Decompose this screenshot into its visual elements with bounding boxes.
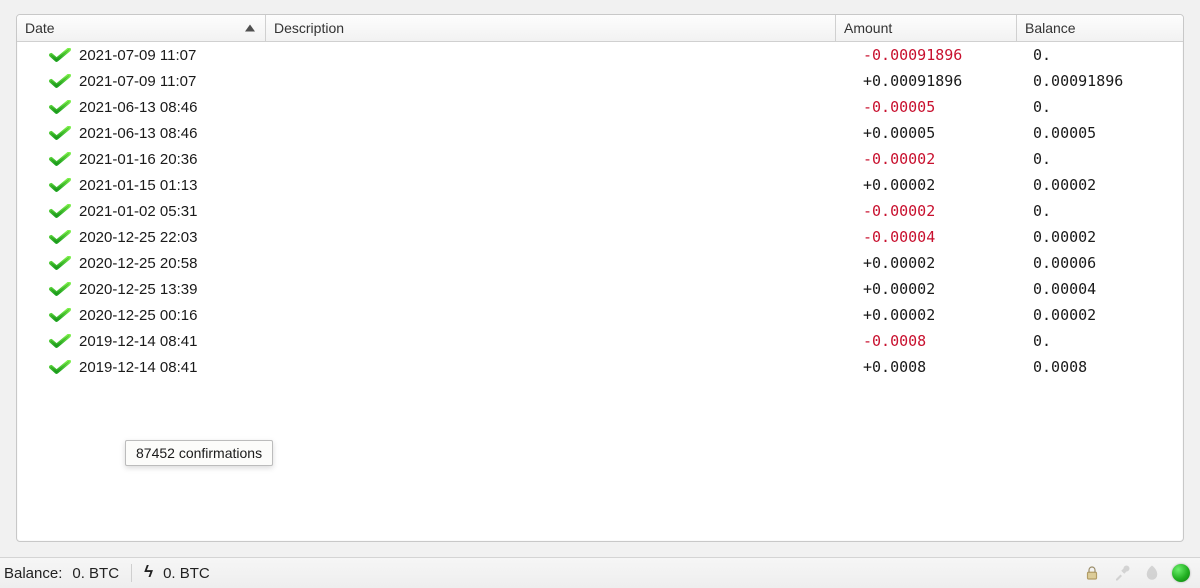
- column-header-amount[interactable]: Amount: [836, 15, 1017, 41]
- cell-amount: -0.00002: [863, 150, 1027, 168]
- cell-amount: -0.00004: [863, 228, 1027, 246]
- cell-amount: +0.00005: [863, 124, 1027, 142]
- table-row[interactable]: 2020-12-25 20:58 +0.000020.00006: [17, 250, 1183, 276]
- transactions-body[interactable]: 2021-07-09 11:07-0.000918960.2021-07-09 …: [17, 42, 1183, 541]
- confirmed-check-icon: [17, 48, 79, 62]
- cell-date: 2020-12-25 22:03: [79, 229, 257, 246]
- tools-icon[interactable]: [1112, 563, 1132, 583]
- cell-balance: 0.00005: [1027, 124, 1183, 142]
- cell-balance: 0.00002: [1027, 306, 1183, 324]
- cell-date: 2020-12-25 13:39: [79, 281, 257, 298]
- cell-date: 2021-07-09 11:07: [79, 73, 257, 90]
- column-header-description[interactable]: Description: [266, 15, 836, 41]
- cell-amount: -0.0008: [863, 332, 1027, 350]
- confirmed-check-icon: [17, 178, 79, 192]
- cell-balance: 0.: [1027, 332, 1183, 350]
- column-header-amount-label: Amount: [844, 20, 892, 36]
- cell-balance: 0.00002: [1027, 228, 1183, 246]
- confirmations-tooltip-text: 87452 confirmations: [136, 445, 262, 461]
- sort-ascending-icon: [245, 25, 255, 32]
- table-row[interactable]: 2019-12-14 08:41 -0.00080.: [17, 328, 1183, 354]
- cell-amount: -0.00091896: [863, 46, 1027, 64]
- cell-balance: 0.: [1027, 98, 1183, 116]
- status-bar-right: [1082, 563, 1194, 583]
- transactions-panel: Date Description Amount Balance 2021-07-…: [16, 14, 1184, 542]
- cell-balance: 0.: [1027, 46, 1183, 64]
- cell-amount: +0.00091896: [863, 72, 1027, 90]
- cell-date: 2021-01-16 20:36: [79, 151, 257, 168]
- cell-amount: +0.00002: [863, 306, 1027, 324]
- confirmed-check-icon: [17, 204, 79, 218]
- cell-date: 2021-01-15 01:13: [79, 177, 257, 194]
- balance-label: Balance:: [4, 565, 62, 582]
- cell-amount: -0.00002: [863, 202, 1027, 220]
- confirmed-check-icon: [17, 256, 79, 270]
- cell-balance: 0.00006: [1027, 254, 1183, 272]
- table-header: Date Description Amount Balance: [17, 15, 1183, 42]
- table-row[interactable]: 2021-06-13 08:46 +0.000050.00005: [17, 120, 1183, 146]
- cell-balance: 0.0008: [1027, 358, 1183, 376]
- table-row[interactable]: 2021-07-09 11:07 +0.000918960.00091896: [17, 68, 1183, 94]
- bolt-icon: ϟ: [144, 562, 153, 582]
- table-row[interactable]: 2021-07-09 11:07 -0.000918960.: [17, 42, 1183, 68]
- cell-balance: 0.00091896: [1027, 72, 1183, 90]
- confirmed-check-icon: [17, 152, 79, 166]
- cell-date: 2020-12-25 20:58: [79, 255, 257, 272]
- cell-amount: +0.00002: [863, 254, 1027, 272]
- seed-icon[interactable]: [1142, 563, 1162, 583]
- column-header-description-label: Description: [274, 20, 344, 36]
- confirmed-check-icon: [17, 126, 79, 140]
- confirmed-check-icon: [17, 100, 79, 114]
- cell-date: 2019-12-14 08:41: [79, 359, 257, 376]
- cell-date: 2021-06-13 08:46: [79, 99, 257, 116]
- confirmed-check-icon: [17, 282, 79, 296]
- lightning-balance-value: 0. BTC: [163, 565, 210, 582]
- cell-balance: 0.00002: [1027, 176, 1183, 194]
- cell-date: 2020-12-25 00:16: [79, 307, 257, 324]
- table-row[interactable]: 2021-01-15 01:13 +0.000020.00002: [17, 172, 1183, 198]
- confirmed-check-icon: [17, 360, 79, 374]
- column-header-balance-label: Balance: [1025, 20, 1076, 36]
- confirmed-check-icon: [17, 334, 79, 348]
- balance-value: 0. BTC: [72, 565, 119, 582]
- table-row[interactable]: 2019-12-14 08:41 +0.00080.0008: [17, 354, 1183, 380]
- confirmed-check-icon: [17, 308, 79, 322]
- cell-amount: +0.0008: [863, 358, 1027, 376]
- lock-icon[interactable]: [1082, 563, 1102, 583]
- cell-date: 2021-01-02 05:31: [79, 203, 257, 220]
- table-row[interactable]: 2021-06-13 08:46 -0.000050.: [17, 94, 1183, 120]
- confirmed-check-icon: [17, 230, 79, 244]
- cell-date: 2021-06-13 08:46: [79, 125, 257, 142]
- cell-balance: 0.00004: [1027, 280, 1183, 298]
- network-status-icon[interactable]: [1172, 564, 1190, 582]
- table-row[interactable]: 2021-01-16 20:36 -0.000020.: [17, 146, 1183, 172]
- confirmed-check-icon: [17, 74, 79, 88]
- status-bar-left: Balance: 0. BTC ϟ 0. BTC: [4, 563, 210, 583]
- cell-amount: -0.00005: [863, 98, 1027, 116]
- column-header-balance[interactable]: Balance: [1017, 15, 1183, 41]
- cell-balance: 0.: [1027, 202, 1183, 220]
- cell-balance: 0.: [1027, 150, 1183, 168]
- column-header-date[interactable]: Date: [17, 15, 266, 41]
- cell-amount: +0.00002: [863, 280, 1027, 298]
- cell-date: 2021-07-09 11:07: [79, 47, 257, 64]
- table-row[interactable]: 2020-12-25 22:03 -0.000040.00002: [17, 224, 1183, 250]
- cell-amount: +0.00002: [863, 176, 1027, 194]
- confirmations-tooltip: 87452 confirmations: [125, 440, 273, 466]
- status-bar: Balance: 0. BTC ϟ 0. BTC: [0, 557, 1200, 588]
- status-separator: [131, 564, 132, 582]
- table-row[interactable]: 2021-01-02 05:31 -0.000020.: [17, 198, 1183, 224]
- table-row[interactable]: 2020-12-25 00:16 +0.000020.00002: [17, 302, 1183, 328]
- table-row[interactable]: 2020-12-25 13:39 +0.000020.00004: [17, 276, 1183, 302]
- cell-date: 2019-12-14 08:41: [79, 333, 257, 350]
- column-header-date-label: Date: [25, 20, 55, 36]
